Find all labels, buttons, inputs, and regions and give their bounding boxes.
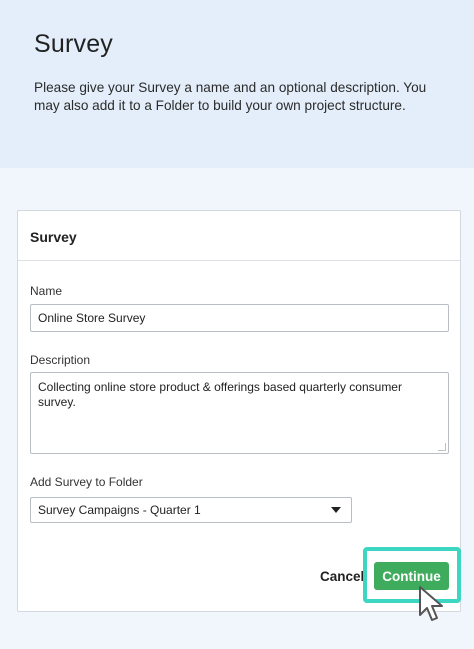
description-label: Description — [30, 353, 91, 367]
name-label: Name — [30, 284, 63, 298]
page-description: Please give your Survey a name and an op… — [34, 80, 427, 113]
resize-grip-icon[interactable] — [438, 443, 446, 451]
description-textarea[interactable]: Collecting online store product & offeri… — [30, 372, 449, 454]
folder-label: Add Survey to Folder — [30, 475, 143, 489]
name-input[interactable]: Online Store Survey — [30, 304, 449, 332]
description-text: Collecting online store product & offeri… — [38, 380, 402, 409]
page-header: Survey Please give your Survey a name an… — [0, 0, 474, 168]
folder-select[interactable]: Survey Campaigns - Quarter 1 — [30, 497, 352, 523]
card-title: Survey — [18, 211, 460, 261]
cancel-button[interactable]: Cancel — [320, 569, 364, 584]
page-title: Survey — [34, 30, 114, 58]
caret-down-icon — [331, 507, 341, 513]
folder-selected-value: Survey Campaigns - Quarter 1 — [38, 503, 201, 517]
mouse-pointer-icon — [419, 586, 443, 621]
